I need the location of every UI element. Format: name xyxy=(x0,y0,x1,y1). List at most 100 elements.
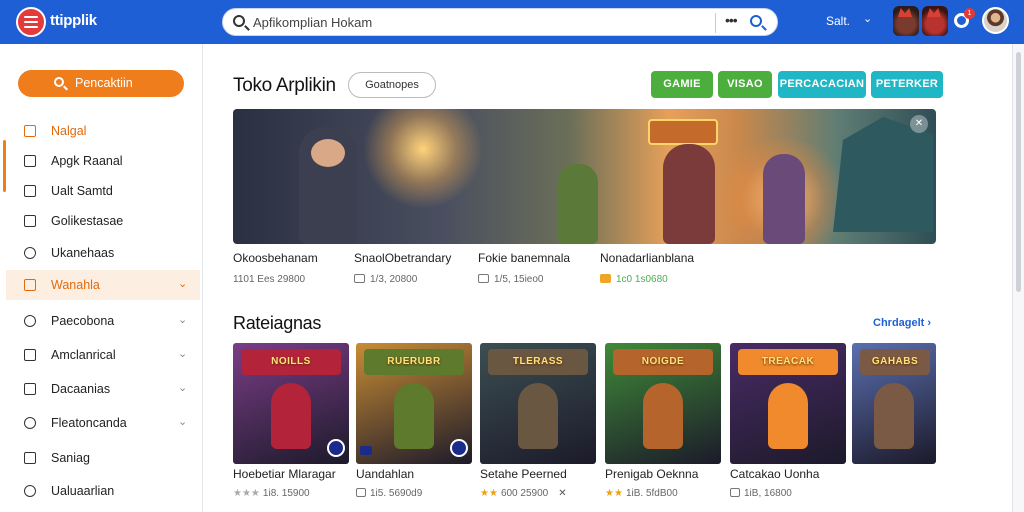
tab-button[interactable]: VISAO xyxy=(718,71,772,98)
square-icon xyxy=(24,125,36,137)
download-icon xyxy=(730,488,740,497)
app-card-artwork xyxy=(643,383,683,449)
app-card-artwork xyxy=(518,383,558,449)
close-icon[interactable]: ✕ xyxy=(910,115,928,133)
featured-app-title[interactable]: Fokie banemnala xyxy=(478,251,570,265)
search-input[interactable] xyxy=(253,13,693,32)
download-icon xyxy=(600,274,611,283)
sidebar-item[interactable]: Amclanrical ⌄ xyxy=(0,340,203,370)
featured-app-meta-text: 1/5, 15ieo0 xyxy=(494,274,544,285)
chevron-down-icon[interactable]: ⌄ xyxy=(178,415,187,428)
sidebar-item-label: Paecobona xyxy=(51,314,115,328)
sidebar-item-label: Golikestasae xyxy=(51,214,124,228)
sidebar-item[interactable]: Ualuaarlian xyxy=(0,476,203,506)
chevron-down-icon[interactable]: ⌄ xyxy=(863,12,872,25)
app-card-logo: TREACAK xyxy=(738,349,838,375)
user-avatar[interactable] xyxy=(982,7,1009,34)
app-card[interactable]: NOILLS xyxy=(233,343,349,464)
sidebar-item-label: Dacaanias xyxy=(51,382,111,396)
featured-app-title[interactable]: Nonadarlianblana xyxy=(600,251,694,265)
sidebar-item-label: Amclanrical xyxy=(51,348,116,362)
app-card-logo: RUERUBR xyxy=(364,349,464,375)
app-card-meta-text: 1i5. 5690d9 xyxy=(370,488,423,499)
user-name[interactable]: Salt. xyxy=(826,14,850,28)
featured-app-title[interactable]: Okoosbehanam xyxy=(233,251,318,265)
app-card-logo: TLERASS xyxy=(488,349,588,375)
sidebar-search-label: Pencaktiin xyxy=(75,76,133,90)
rating-stars: ★★★ xyxy=(233,488,260,499)
tab-button[interactable]: PERCACACIAN xyxy=(778,71,866,98)
tab-button[interactable]: PETERKER xyxy=(871,71,943,98)
section-see-all-link[interactable]: Chrdagelt › xyxy=(873,317,931,329)
search-icon xyxy=(233,15,245,27)
game-avatar-icon[interactable] xyxy=(893,6,919,36)
app-card-title[interactable]: Catcakao Uonha xyxy=(730,467,819,481)
app-card[interactable]: TLERASS xyxy=(480,343,596,464)
app-badge-icon xyxy=(450,439,468,457)
sidebar-item[interactable]: Ukanehaas xyxy=(0,238,203,268)
search-submit-icon[interactable] xyxy=(750,15,762,27)
game-logo-plate xyxy=(648,119,718,145)
notification-badge: 1 xyxy=(964,8,975,19)
sidebar-item[interactable]: Dacaanias ⌄ xyxy=(0,374,203,404)
warrior-figure xyxy=(663,144,715,244)
featured-app-meta-text: 1101 Ees 29800 xyxy=(233,274,306,285)
close-icon[interactable]: ✕ xyxy=(558,488,566,499)
rating-stars: ★★ xyxy=(480,488,498,499)
sidebar-item[interactable]: Fleatoncanda ⌄ xyxy=(0,408,203,438)
sidebar: Pencaktiin Nalgal Apgk Raanal Ualt Samtd Go… xyxy=(0,44,203,512)
warrior-figure xyxy=(763,154,805,244)
sidebar-item[interactable]: Paecobona ⌄ xyxy=(0,306,203,336)
search-bar[interactable]: ••• xyxy=(222,8,778,36)
chevron-down-icon[interactable]: ⌄ xyxy=(178,313,187,326)
sidebar-item[interactable]: Golikestasae xyxy=(0,206,203,236)
sidebar-item[interactable]: Ualt Samtd xyxy=(0,176,203,206)
circle-icon xyxy=(24,315,36,327)
app-card-meta: 1iB, 16800 xyxy=(730,488,792,499)
sidebar-item[interactable]: Wanahla ⌄ xyxy=(6,270,200,300)
app-card[interactable]: GAHABS xyxy=(852,343,936,464)
app-card-title[interactable]: Prenigab Oeknna xyxy=(605,467,698,481)
featured-banner[interactable]: ✕ xyxy=(233,109,936,244)
download-icon xyxy=(478,274,489,283)
app-card[interactable]: TREACAK xyxy=(730,343,846,464)
app-card-meta: ★★ 600 25900 ✕ xyxy=(480,488,567,499)
app-card-meta-text: 1iB. 5fdB00 xyxy=(625,488,678,499)
sidebar-item-label: Ukanehaas xyxy=(51,246,115,260)
chevron-down-icon[interactable]: ⌄ xyxy=(178,347,187,360)
top-bar: ttipplik ••• Salt. ⌄ 1 xyxy=(0,0,1024,44)
game-avatar-icon[interactable] xyxy=(922,6,948,36)
vertical-scrollbar[interactable] xyxy=(1012,44,1024,512)
chevron-down-icon[interactable]: ⌄ xyxy=(178,381,187,394)
app-card-logo: GAHABS xyxy=(860,349,930,375)
app-card[interactable]: NOIGDE xyxy=(605,343,721,464)
sidebar-item-label: Saniag xyxy=(51,451,90,465)
app-card-title[interactable]: Setahe Peerned xyxy=(480,467,567,481)
chevron-down-icon[interactable]: ⌄ xyxy=(178,277,187,290)
featured-app-meta-text: 1c0 1s0680 xyxy=(616,274,668,285)
soldier-figure xyxy=(558,164,598,244)
app-card-artwork xyxy=(874,383,914,449)
sidebar-item-label: Apgk Raanal xyxy=(51,154,123,168)
square-icon xyxy=(24,185,36,197)
controller-icon xyxy=(360,446,372,455)
app-title[interactable]: ttipplik xyxy=(50,12,97,29)
app-logo-icon[interactable] xyxy=(16,7,46,37)
sidebar-item[interactable]: Saniag xyxy=(0,443,203,473)
app-card[interactable]: RUERUBR xyxy=(356,343,472,464)
more-options-icon[interactable]: ••• xyxy=(725,12,738,28)
app-card-title[interactable]: Hoebetiar Mlaragar xyxy=(233,467,336,481)
sidebar-item[interactable]: Apgk Raanal xyxy=(0,146,203,176)
rating-stars: ★★ xyxy=(605,488,623,499)
sidebar-search-button[interactable]: Pencaktiin xyxy=(18,70,184,97)
sidebar-item-label: Wanahla xyxy=(51,278,100,292)
featured-app-title[interactable]: SnaolObetrandary xyxy=(354,251,451,265)
scrollbar-thumb[interactable] xyxy=(1016,52,1021,292)
category-filter-pill[interactable]: Goatnopes xyxy=(348,72,436,98)
app-card-title[interactable]: Uandahlan xyxy=(356,467,414,481)
app-card-meta-text: 600 25900 xyxy=(500,488,549,499)
square-icon xyxy=(24,215,36,227)
tab-button[interactable]: GAMIE xyxy=(651,71,713,98)
sidebar-item[interactable]: Nalgal xyxy=(0,116,203,146)
main-content: Toko Arplikin Goatnopes GAMIE VISAO PERCAC… xyxy=(203,44,1012,512)
